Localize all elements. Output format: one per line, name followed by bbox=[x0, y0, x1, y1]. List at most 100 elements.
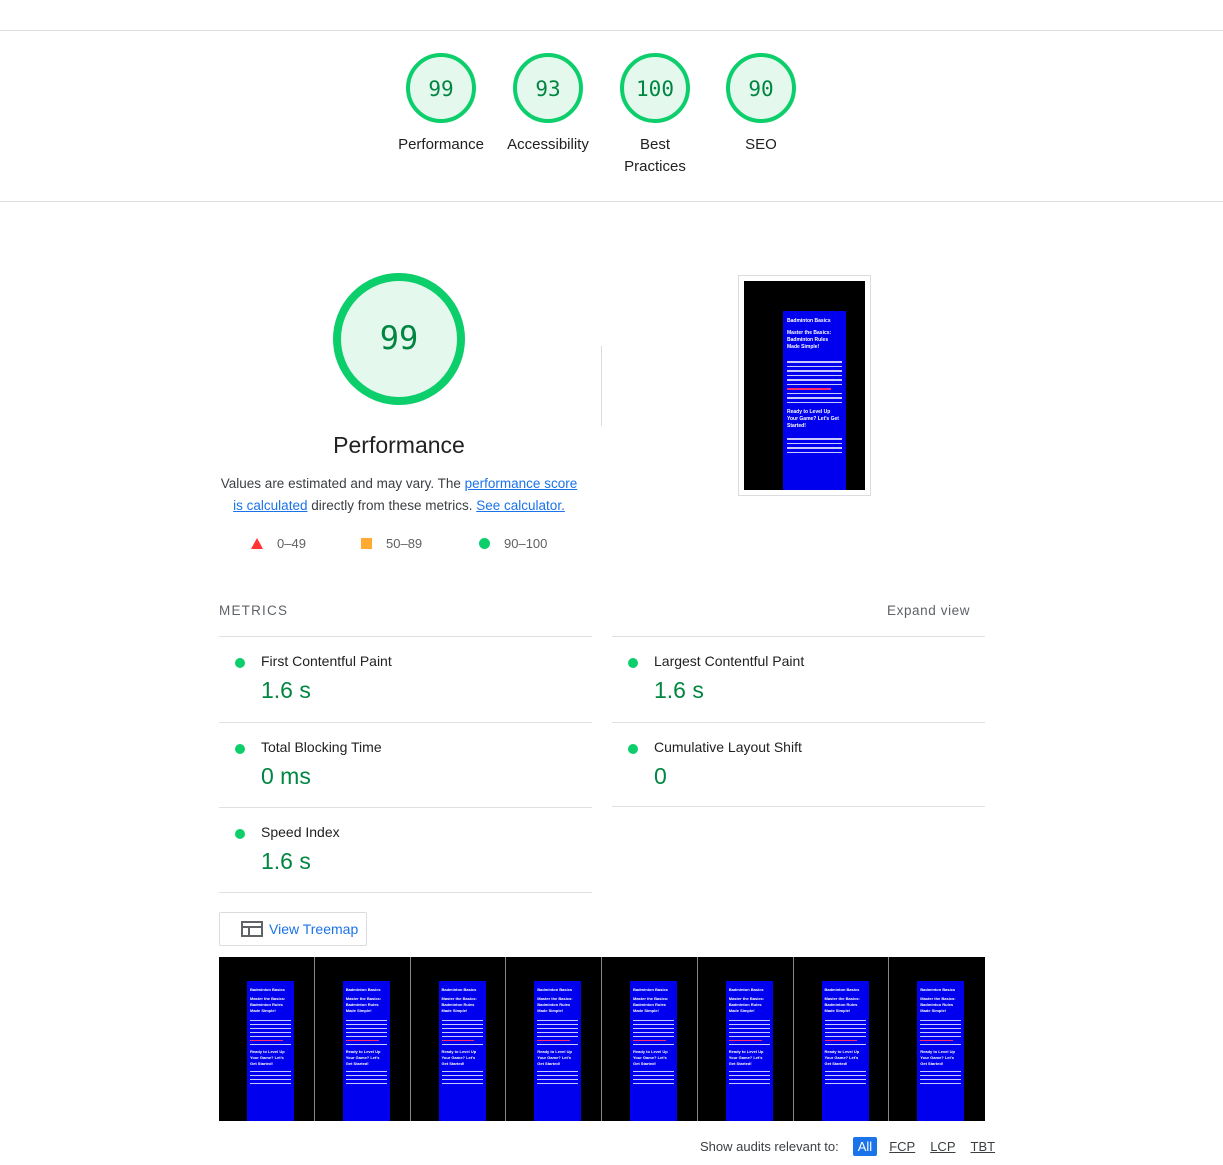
metric-value: 0 bbox=[654, 763, 667, 789]
desc-prefix: Values are estimated and may vary. The bbox=[220, 476, 465, 491]
preview-site-title: Badminton Basics bbox=[728, 987, 764, 992]
metrics-header: METRICS bbox=[219, 603, 289, 618]
gauge-label: SEO bbox=[745, 136, 777, 153]
filmstrip-frame: Badminton Basics Master the Basics: Badmi… bbox=[793, 957, 890, 1121]
score-ring: 90 bbox=[726, 53, 796, 123]
preview-cta: Ready to Level Up Your Game? Let's Get S… bbox=[633, 1049, 668, 1066]
page-preview: Badminton Basics Master the Basics: Badmi… bbox=[534, 981, 582, 1121]
gauge-best-practices[interactable]: 100 Best Practices bbox=[600, 52, 710, 178]
view-treemap-button[interactable]: View Treemap bbox=[219, 912, 367, 946]
preview-headline: Master the Basics: Badminton Rules Made … bbox=[345, 996, 382, 1013]
page-preview: Badminton Basics Master the Basics: Badmi… bbox=[438, 981, 486, 1121]
top-divider bbox=[0, 30, 1223, 31]
preview-headline: Master the Basics: Badminton Rules Made … bbox=[787, 330, 832, 350]
score-ring: 99 bbox=[406, 53, 476, 123]
page-preview: Badminton Basics Master the Basics: Badmi… bbox=[247, 981, 294, 1121]
preview-headline: Master the Basics: Badminton Rules Made … bbox=[537, 996, 573, 1013]
metric-value: 1.6 s bbox=[261, 677, 311, 703]
section-divider bbox=[0, 201, 1223, 202]
category-gauges: 99 Performance 93 Accessibility 100 Best… bbox=[0, 52, 1223, 192]
audit-filter-label: Show audits relevant to: bbox=[700, 1138, 839, 1154]
filter-chip-all[interactable]: All bbox=[852, 1136, 878, 1156]
filter-chip-tbt[interactable]: TBT bbox=[968, 1138, 999, 1155]
metric-first-contentful-paint: First Contentful Paint 1.6 s bbox=[219, 636, 592, 722]
filmstrip-frame: Badminton Basics Master the Basics: Badmi… bbox=[889, 957, 985, 1121]
gauge-seo[interactable]: 90 SEO bbox=[706, 52, 816, 156]
expand-view-toggle[interactable]: Expand view bbox=[887, 603, 970, 618]
preview-cta: Ready to Level Up Your Game? Let's Get S… bbox=[728, 1049, 764, 1066]
preview-site-title: Badminton Basics bbox=[537, 987, 573, 992]
preview-site-title: Badminton Basics bbox=[345, 987, 381, 992]
pass-circle-icon bbox=[628, 658, 638, 668]
performance-description: Values are estimated and may vary. The p… bbox=[219, 473, 579, 517]
pass-circle-icon bbox=[235, 744, 245, 754]
filter-chip-fcp[interactable]: FCP bbox=[886, 1138, 918, 1155]
legend-range: 0–49 bbox=[277, 536, 306, 551]
preview-cta: Ready to Level Up Your Game? Let's Get S… bbox=[345, 1049, 381, 1066]
gauge-label: Performance bbox=[398, 136, 484, 153]
gauge-accessibility[interactable]: 93 Accessibility bbox=[493, 52, 603, 156]
desc-middle: directly from these metrics. bbox=[307, 498, 477, 513]
filmstrip-frame: Badminton Basics Master the Basics: Badmi… bbox=[602, 957, 698, 1121]
preview-cta: Ready to Level Up Your Game? Let's Get S… bbox=[920, 1049, 955, 1066]
legend-range: 50–89 bbox=[386, 536, 423, 551]
gauge-performance[interactable]: 99 Performance bbox=[386, 52, 496, 156]
metric-name: Speed Index bbox=[261, 824, 340, 840]
metric-name: Cumulative Layout Shift bbox=[654, 739, 802, 755]
calculator-link[interactable]: See calculator. bbox=[476, 498, 565, 513]
metric-name: Total Blocking Time bbox=[261, 739, 382, 755]
preview-headline: Master the Basics: Badminton Rules Made … bbox=[824, 996, 860, 1013]
preview-headline: Master the Basics: Badminton Rules Made … bbox=[633, 996, 669, 1013]
triangle-icon bbox=[251, 538, 263, 549]
preview-site-title: Badminton Basics bbox=[633, 987, 668, 992]
preview-site-title: Badminton Basics bbox=[787, 318, 831, 324]
legend-pass: 90–100 bbox=[479, 536, 547, 551]
gauge-label: Best Practices bbox=[624, 136, 686, 175]
gauge-score: 100 bbox=[636, 77, 674, 101]
pass-circle-icon bbox=[235, 829, 245, 839]
filmstrip-frame: Badminton Basics Master the Basics: Badmi… bbox=[410, 957, 507, 1121]
legend-fail: 0–49 bbox=[251, 536, 306, 551]
pass-circle-icon bbox=[235, 658, 245, 668]
preview-site-title: Badminton Basics bbox=[824, 987, 860, 992]
metric-value: 1.6 s bbox=[654, 677, 704, 703]
page-preview: Badminton Basics Master the Basics: Badmi… bbox=[917, 981, 965, 1121]
preview-cta: Ready to Level Up Your Game? Let's Get S… bbox=[787, 409, 839, 429]
preview-cta: Ready to Level Up Your Game? Let's Get S… bbox=[441, 1049, 477, 1066]
performance-score-gauge: 99 bbox=[333, 273, 465, 405]
metric-value: 0 ms bbox=[261, 763, 311, 789]
metric-divider bbox=[219, 892, 592, 893]
metric-divider bbox=[612, 806, 985, 807]
page-preview: Badminton Basics Master the Basics: Badmi… bbox=[821, 981, 869, 1121]
preview-cta: Ready to Level Up Your Game? Let's Get S… bbox=[250, 1049, 285, 1066]
page-preview: Badminton Basics Master the Basics: Badmi… bbox=[342, 981, 390, 1121]
preview-headline: Master the Basics: Badminton Rules Made … bbox=[728, 996, 765, 1013]
square-icon bbox=[361, 538, 372, 549]
gauge-score: 90 bbox=[748, 77, 773, 101]
preview-body-lines bbox=[787, 361, 842, 403]
page-preview: Badminton Basics Master the Basics: Badm… bbox=[783, 311, 846, 490]
legend-average: 50–89 bbox=[361, 536, 422, 551]
preview-headline: Master the Basics: Badminton Rules Made … bbox=[920, 996, 956, 1013]
preview-site-title: Badminton Basics bbox=[920, 987, 956, 992]
preview-cta: Ready to Level Up Your Game? Let's Get S… bbox=[824, 1049, 860, 1066]
filter-chip-lcp[interactable]: LCP bbox=[927, 1138, 958, 1155]
score-ring: 100 bbox=[620, 53, 690, 123]
final-screenshot-image: Badminton Basics Master the Basics: Badm… bbox=[744, 281, 865, 490]
audit-filter: Show audits relevant to: All FCP LCP TBT bbox=[700, 1136, 1007, 1156]
page-preview: Badminton Basics Master the Basics: Badmi… bbox=[725, 981, 773, 1121]
filmstrip-frame: Badminton Basics Master the Basics: Badmi… bbox=[219, 957, 315, 1121]
view-treemap-label: View Treemap bbox=[269, 921, 359, 937]
preview-headline: Master the Basics: Badminton Rules Made … bbox=[441, 996, 477, 1013]
gauge-score: 93 bbox=[535, 77, 560, 101]
final-screenshot[interactable]: Badminton Basics Master the Basics: Badm… bbox=[738, 275, 871, 496]
metric-cumulative-layout-shift: Cumulative Layout Shift 0 bbox=[612, 722, 985, 808]
metric-speed-index: Speed Index 1.6 s bbox=[219, 807, 592, 893]
circle-icon bbox=[479, 538, 490, 549]
preview-site-title: Badminton Basics bbox=[441, 987, 477, 992]
vertical-divider bbox=[601, 346, 602, 426]
filmstrip-frame: Badminton Basics Master the Basics: Badmi… bbox=[506, 957, 602, 1121]
performance-title: Performance bbox=[333, 432, 465, 458]
treemap-icon bbox=[241, 921, 263, 937]
preview-site-title: Badminton Basics bbox=[250, 987, 285, 992]
